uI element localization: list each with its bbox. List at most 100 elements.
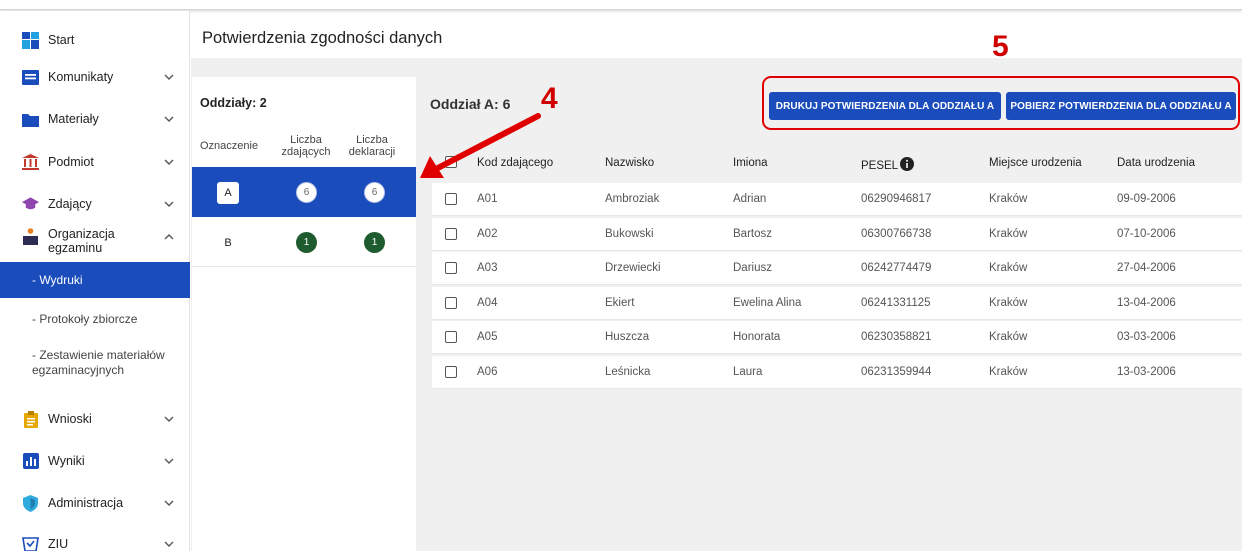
chevron-down-icon [164, 74, 174, 80]
sidebar-item-wyniki[interactable]: Wyniki [0, 441, 190, 481]
sidebar-item-label: Zdający [48, 197, 92, 211]
sidebar-item-label: ZIU [48, 537, 69, 551]
table-row[interactable]: A06 Leśnicka Laura 06231359944 Kraków 13… [432, 356, 1242, 389]
sidebar-item-podmiot[interactable]: Podmiot [0, 142, 190, 182]
sidebar-item-ziu[interactable]: ZIU [0, 524, 190, 551]
sidebar-item-label: Komunikaty [48, 70, 114, 84]
row-checkbox[interactable] [445, 366, 457, 378]
column-header-pesel: PESEL [861, 157, 915, 172]
branch-row-b[interactable]: B 1 1 [192, 217, 416, 267]
cell-birthplace: Kraków [989, 331, 1028, 343]
page-title: Potwierdzenia zgodności danych [202, 29, 443, 47]
column-header-birthdate: Data urodzenia [1117, 157, 1195, 169]
sidebar-item-komunikaty[interactable]: Komunikaty [0, 57, 190, 97]
annotation-number-5: 5 [992, 30, 1009, 63]
sidebar-item-administracja[interactable]: Administracja [0, 483, 190, 523]
cell-birthdate: 03-03-2006 [1117, 331, 1176, 343]
cell-pesel: 06241331125 [861, 297, 931, 309]
row-checkbox[interactable] [445, 297, 457, 309]
column-header-birthplace: Miejsce urodzenia [989, 157, 1082, 169]
chevron-down-icon [164, 458, 174, 464]
table-row[interactable]: A02 Bukowski Bartosz 06300766738 Kraków … [432, 218, 1242, 251]
cell-names: Ewelina Alina [733, 297, 802, 309]
sidebar-item-zdajacy[interactable]: Zdający [0, 184, 190, 224]
sidebar-subitem-zestawienie-materialow[interactable]: - Zestawienie materiałów egzaminacyjnych [0, 343, 190, 383]
cell-surname: Ambroziak [605, 193, 660, 205]
table-row[interactable]: A03 Drzewiecki Dariusz 06242774479 Krakó… [432, 252, 1242, 285]
cell-code: A03 [477, 262, 498, 274]
sidebar-item-start[interactable]: Start [0, 20, 190, 60]
sidebar: Start Komunikaty Materiały Podmiot Zdają… [0, 11, 190, 551]
sidebar-item-wnioski[interactable]: Wnioski [0, 399, 190, 439]
cell-code: A01 [477, 193, 498, 205]
row-checkbox[interactable] [445, 193, 457, 205]
ziu-icon [22, 536, 39, 551]
cell-pesel: 06300766738 [861, 228, 932, 240]
table-row[interactable]: A04 Ekiert Ewelina Alina 06241331125 Kra… [432, 287, 1242, 320]
table-row[interactable]: A01 Ambroziak Adrian 06290946817 Kraków … [432, 183, 1242, 216]
sidebar-item-label: Materiały [48, 112, 99, 126]
cell-birthplace: Kraków [989, 297, 1028, 309]
table-header-row: Kod zdającego Nazwisko Imiona PESEL Miej… [432, 146, 1242, 180]
cell-birthdate: 13-03-2006 [1117, 366, 1176, 378]
sidebar-subitem-protokoly-zbiorcze[interactable]: - Protokoły zbiorcze [0, 301, 190, 337]
sidebar-item-materialy[interactable]: Materiały [0, 99, 190, 139]
examinees-count-badge: 6 [296, 182, 317, 203]
graduation-cap-icon [22, 196, 39, 213]
declarations-count-badge: 1 [364, 232, 385, 253]
cell-birthplace: Kraków [989, 228, 1028, 240]
folder-icon [22, 111, 39, 128]
institution-icon [22, 154, 39, 171]
column-header-declarations: Liczba deklaracji [348, 134, 396, 158]
cell-names: Dariusz [733, 262, 772, 274]
row-checkbox[interactable] [445, 331, 457, 343]
sidebar-item-organizacja-egzaminu[interactable]: Organizacja egzaminu [0, 225, 190, 261]
row-checkbox[interactable] [445, 228, 457, 240]
cell-names: Laura [733, 366, 763, 378]
sidebar-item-label: Wyniki [48, 454, 85, 468]
annotation-arrow-icon [420, 113, 541, 178]
chevron-down-icon [164, 416, 174, 422]
cell-surname: Drzewiecki [605, 262, 661, 274]
cell-birthdate: 27-04-2006 [1117, 262, 1176, 274]
cell-birthplace: Kraków [989, 193, 1028, 205]
info-icon[interactable] [900, 157, 915, 171]
cell-pesel: 06231359944 [861, 366, 932, 378]
table-row[interactable]: A05 Huszcza Honorata 06230358821 Kraków … [432, 321, 1242, 354]
sidebar-item-label: Wnioski [48, 412, 92, 426]
chevron-down-icon [164, 500, 174, 506]
cell-names: Bartosz [733, 228, 772, 240]
cell-code: A05 [477, 331, 498, 343]
column-header-examinees: Liczba zdających [281, 134, 331, 158]
column-header-designation: Oznaczenie [200, 140, 259, 152]
sidebar-subitem-label: - Protokoły zbiorcze [32, 311, 138, 326]
cell-code: A04 [477, 297, 498, 309]
sidebar-item-label: Administracja [48, 496, 124, 510]
row-checkbox[interactable] [445, 262, 457, 274]
cell-surname: Huszcza [605, 331, 650, 343]
sidebar-item-label: Podmiot [48, 155, 94, 169]
branches-count: Oddziały: 2 [200, 96, 267, 110]
message-icon [22, 69, 39, 86]
branches-panel: Oddziały: 2 Oznaczenie Liczba zdających … [192, 77, 416, 551]
bar-chart-icon [22, 453, 39, 470]
sidebar-item-label: Organizacja egzaminu [48, 227, 115, 255]
cell-birthplace: Kraków [989, 262, 1028, 274]
cell-surname: Ekiert [605, 297, 635, 309]
sidebar-subitem-label: - Wydruki [32, 272, 83, 287]
column-header-names: Imiona [733, 157, 768, 169]
cell-birthplace: Kraków [989, 366, 1028, 378]
cell-code: A02 [477, 228, 498, 240]
chevron-down-icon [164, 201, 174, 207]
declarations-count-badge: 6 [364, 182, 385, 203]
sidebar-item-label: Start [48, 33, 75, 47]
sidebar-subitem-wydruki[interactable]: - Wydruki [0, 262, 190, 298]
shield-icon [22, 494, 39, 512]
cell-birthdate: 07-10-2006 [1117, 228, 1176, 240]
examinees-count-badge: 1 [296, 232, 317, 253]
cell-pesel: 06290946817 [861, 193, 932, 205]
branch-row-a[interactable]: A 6 6 [192, 167, 416, 217]
chevron-down-icon [164, 159, 174, 165]
cell-surname: Bukowski [605, 228, 654, 240]
cell-pesel: 06230358821 [861, 331, 932, 343]
